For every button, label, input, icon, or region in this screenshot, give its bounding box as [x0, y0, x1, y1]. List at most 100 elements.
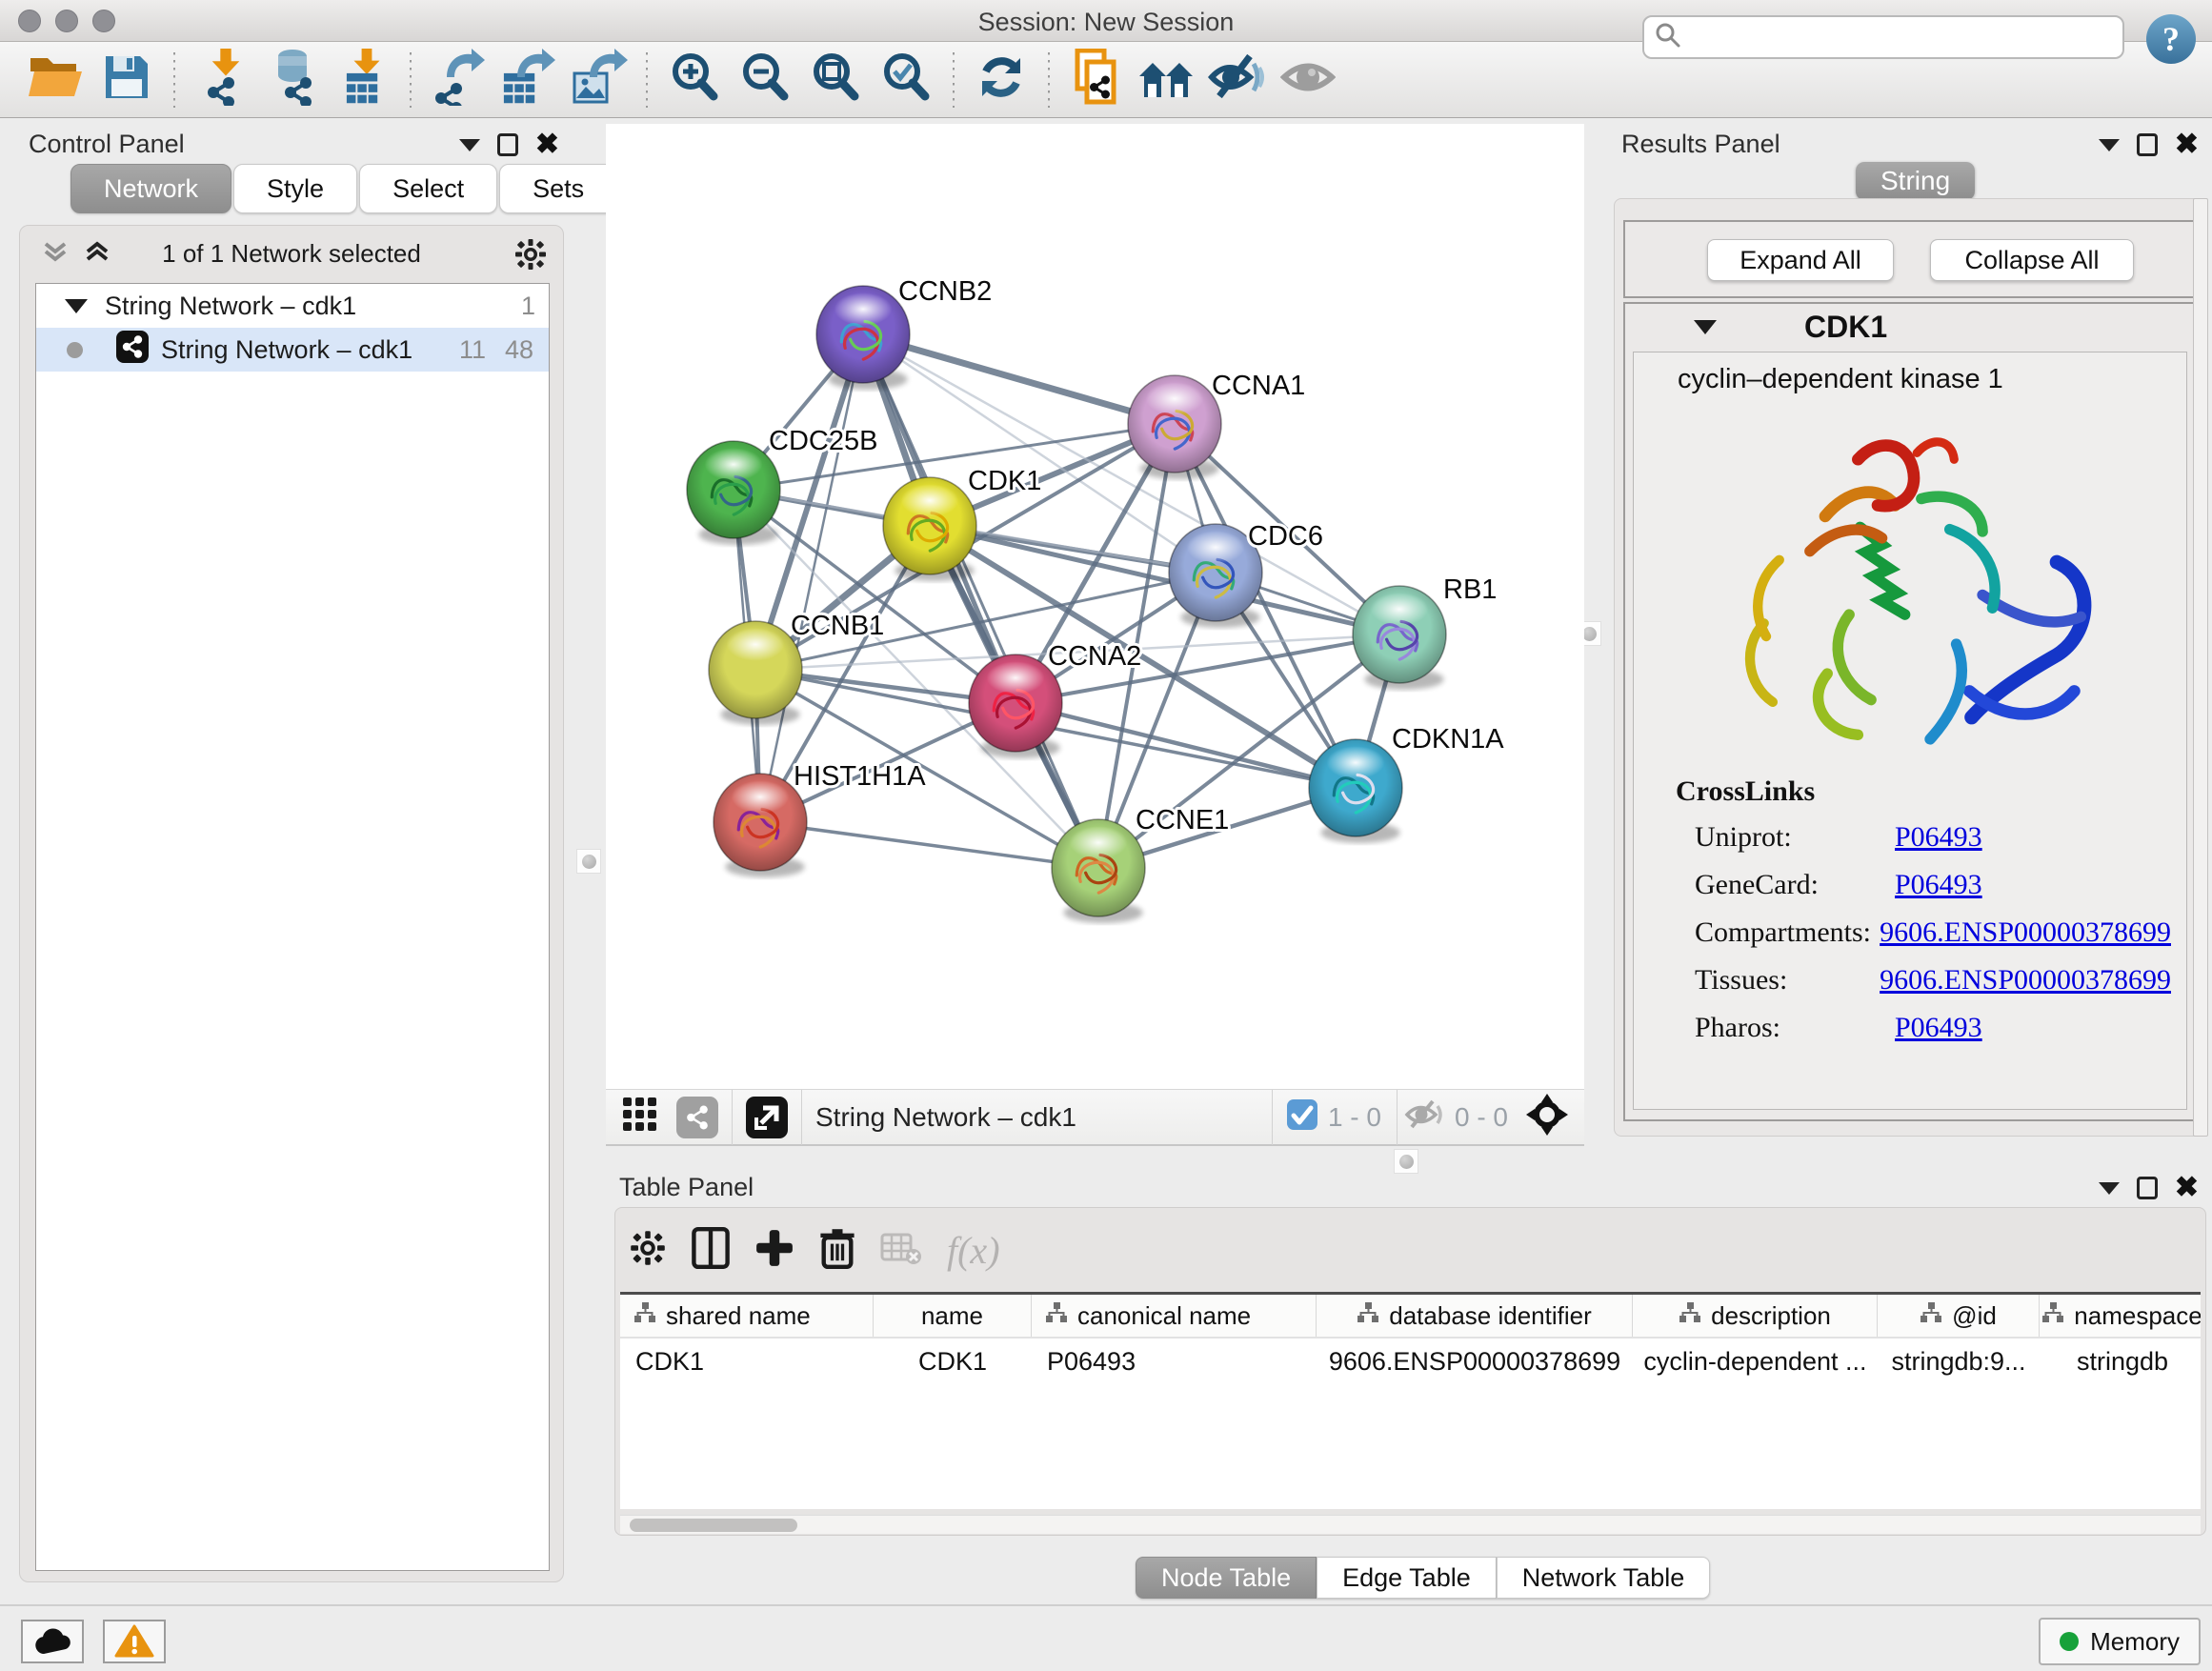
- memory-button[interactable]: Memory: [2039, 1618, 2201, 1665]
- open-session-button[interactable]: [21, 50, 91, 111]
- import-network-file-button[interactable]: [187, 50, 257, 111]
- column-header-canonical-name[interactable]: canonical name: [1032, 1295, 1317, 1337]
- node-CCNA1[interactable]: [1128, 375, 1221, 479]
- tab-select[interactable]: Select: [359, 164, 497, 213]
- import-network-database-button[interactable]: [257, 50, 328, 111]
- column-header-namespace[interactable]: namespace: [2040, 1295, 2201, 1337]
- birdseye-grid-icon[interactable]: [621, 1096, 659, 1138]
- node-CDC25B[interactable]: [687, 441, 780, 545]
- fit-selected-crosshair-icon[interactable]: [1525, 1093, 1569, 1141]
- network-row[interactable]: String Network – cdk1 11 48: [36, 328, 549, 372]
- export-image-button[interactable]: [564, 50, 634, 111]
- crosslink-link[interactable]: 9606.ENSP00000378699: [1880, 964, 2171, 997]
- column-header-description[interactable]: description: [1633, 1295, 1878, 1337]
- cell-database-identifier[interactable]: 9606.ENSP00000378699: [1317, 1347, 1633, 1377]
- node-RB1[interactable]: [1353, 586, 1446, 690]
- network-from-selection-button[interactable]: [1061, 50, 1132, 111]
- node-CCNB1[interactable]: [709, 621, 802, 725]
- zoom-selected-button[interactable]: [871, 50, 941, 111]
- crosslink-row: Pharos: P06493: [1676, 1012, 2171, 1044]
- table-panel-close-icon[interactable]: ✖: [2175, 1177, 2199, 1199]
- cybrowser-home-button[interactable]: [1132, 50, 1202, 111]
- selected-checkbox-icon[interactable]: [1286, 1098, 1318, 1136]
- collection-expander-icon[interactable]: [65, 299, 88, 313]
- show-all-button[interactable]: [1273, 50, 1343, 111]
- results-tab-string[interactable]: String: [1856, 162, 1975, 200]
- open-in-window-icon[interactable]: [746, 1097, 788, 1138]
- tab-network[interactable]: Network: [70, 164, 231, 213]
- tab-edge-table[interactable]: Edge Table: [1317, 1557, 1497, 1599]
- zoom-in-icon: [668, 50, 721, 109]
- cell-description[interactable]: cyclin-dependent ...: [1633, 1347, 1878, 1377]
- node-label-HIST1H1A: HIST1H1A: [794, 761, 926, 792]
- table-panel-float-icon[interactable]: [2137, 1177, 2158, 1199]
- export-table-button[interactable]: [493, 50, 564, 111]
- table-gear-icon[interactable]: [629, 1229, 667, 1272]
- column-header-shared-name[interactable]: shared name: [620, 1295, 874, 1337]
- results-scrollbar[interactable]: [2193, 198, 2208, 1137]
- cell--id[interactable]: stringdb:9...: [1878, 1347, 2040, 1377]
- zoom-in-button[interactable]: [659, 50, 730, 111]
- apply-layout-button[interactable]: [966, 50, 1036, 111]
- import-network-database-icon: [265, 49, 320, 111]
- search-box[interactable]: [1642, 15, 2124, 59]
- gene-expander-icon[interactable]: [1694, 320, 1717, 334]
- network-status-dot-icon: [67, 342, 83, 358]
- network-share-button-icon[interactable]: [676, 1097, 718, 1138]
- node-table[interactable]: shared namenamecanonical namedatabase id…: [620, 1292, 2201, 1509]
- export-network-button[interactable]: [423, 50, 493, 111]
- edge-CCNA2-CDKN1A[interactable]: [1016, 703, 1356, 788]
- edge-CCNB2-HIST1H1A[interactable]: [760, 334, 863, 822]
- cloud-button[interactable]: [21, 1620, 84, 1663]
- search-input[interactable]: [1692, 19, 2122, 55]
- import-table-button[interactable]: [328, 50, 398, 111]
- node-CDKN1A[interactable]: [1309, 739, 1402, 843]
- table-scrollbar-thumb[interactable]: [630, 1519, 797, 1532]
- table-panel-minimize-icon[interactable]: [2099, 1182, 2120, 1195]
- toolbar-separator: [173, 52, 175, 108]
- network-options-gear-icon[interactable]: [513, 237, 548, 276]
- left-splitter-handle[interactable]: [576, 849, 601, 874]
- warnings-button[interactable]: [103, 1620, 166, 1663]
- add-row-plus-icon[interactable]: [754, 1228, 794, 1273]
- cell-name[interactable]: CDK1: [874, 1347, 1032, 1377]
- results-panel-minimize-icon[interactable]: [2099, 139, 2120, 151]
- crosslink-link[interactable]: P06493: [1895, 869, 1982, 901]
- tab-node-table[interactable]: Node Table: [1136, 1557, 1317, 1599]
- results-panel-float-icon[interactable]: [2137, 133, 2158, 156]
- tab-network-table[interactable]: Network Table: [1497, 1557, 1711, 1599]
- crosslink-link[interactable]: P06493: [1895, 821, 1982, 854]
- column-header-database-identifier[interactable]: database identifier: [1317, 1295, 1633, 1337]
- zoom-fit-button[interactable]: [800, 50, 871, 111]
- crosslink-link[interactable]: P06493: [1895, 1012, 1982, 1044]
- column-header--id[interactable]: @id: [1878, 1295, 2040, 1337]
- crosslink-link[interactable]: 9606.ENSP00000378699: [1880, 916, 2171, 949]
- control-panel-minimize-icon[interactable]: [459, 139, 480, 151]
- add-column-icon[interactable]: [692, 1227, 730, 1274]
- save-session-button[interactable]: [91, 50, 162, 111]
- tab-sets[interactable]: Sets: [499, 164, 617, 213]
- network-collection-row[interactable]: String Network – cdk1 1: [36, 284, 549, 328]
- tab-style[interactable]: Style: [233, 164, 357, 213]
- zoom-out-button[interactable]: [730, 50, 800, 111]
- hide-selected-button[interactable]: [1202, 50, 1273, 111]
- node-CCNE1[interactable]: [1052, 819, 1145, 923]
- help-button[interactable]: ?: [2145, 13, 2197, 65]
- edge-HIST1H1A-CCNE1[interactable]: [760, 822, 1098, 868]
- expand-all-button[interactable]: Expand All: [1707, 239, 1894, 281]
- network-canvas[interactable]: CCNB2 CCNA1 CDC25B CDK1 CDC6 RB1: [606, 124, 1584, 1090]
- hidden-eye-slash-icon[interactable]: [1403, 1098, 1445, 1136]
- cell-namespace[interactable]: stringdb: [2040, 1347, 2201, 1377]
- cell-shared-name[interactable]: CDK1: [620, 1347, 874, 1377]
- results-panel-close-icon[interactable]: ✖: [2175, 133, 2199, 156]
- cell-canonical-name[interactable]: P06493: [1032, 1347, 1317, 1377]
- save-session-icon: [102, 52, 151, 107]
- control-panel-float-icon[interactable]: [497, 133, 518, 156]
- delete-trash-icon[interactable]: [819, 1227, 855, 1274]
- collapse-all-button[interactable]: Collapse All: [1930, 239, 2134, 281]
- edge-CCNB2-CCNA1[interactable]: [863, 334, 1175, 424]
- table-horizontal-scrollbar[interactable]: [620, 1515, 2201, 1534]
- node-CDK1[interactable]: [883, 477, 976, 581]
- column-header-name[interactable]: name: [874, 1295, 1032, 1337]
- control-panel-close-icon[interactable]: ✖: [535, 133, 559, 156]
